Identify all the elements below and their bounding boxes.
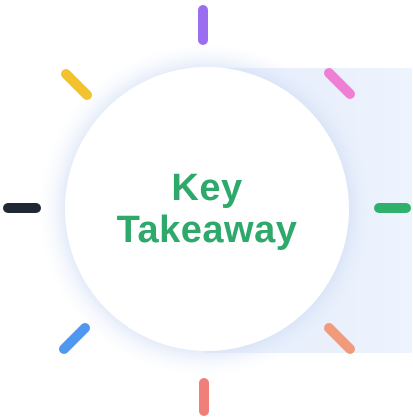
title-line-2: Takeaway: [116, 209, 298, 251]
tick-top-left-icon: [61, 69, 92, 100]
tick-bottom-left-icon: [59, 323, 90, 354]
tick-bottom-right-icon: [324, 323, 355, 354]
tick-top-right-icon: [324, 68, 355, 99]
key-takeaway-card: Key Takeaway: [65, 67, 349, 351]
title-line-1: Key: [171, 167, 243, 209]
